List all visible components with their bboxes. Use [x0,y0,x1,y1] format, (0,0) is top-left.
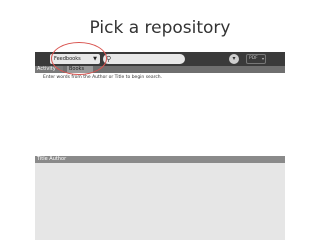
repository-select[interactable]: Feedbooks ▼ [50,54,100,64]
tab-activity[interactable]: Activity [35,66,63,73]
chevron-down-icon: ▾ [232,55,236,62]
search-hint: Enter words from the Author or Title to … [43,75,163,80]
tab-books[interactable]: Books [67,66,93,73]
app-window: Feedbooks ▼ ⚲ ▾ PDF ▾ Activity Books Ent… [35,52,285,240]
tab-bar: Activity Books [35,66,285,73]
chevron-down-icon: ▾ [261,56,264,61]
search-go-button[interactable]: ▾ [229,54,239,64]
format-select[interactable]: PDF ▾ [246,54,266,64]
format-select-value: PDF [249,56,258,61]
slide-title: Pick a repository [89,18,231,38]
search-icon: ⚲ [106,55,112,63]
results-table-body [35,163,285,240]
repository-select-value: Feedbooks [54,56,81,62]
chevron-down-icon: ▼ [93,56,97,62]
results-table-header: Title Author [35,156,285,163]
search-input[interactable] [114,55,180,63]
toolbar: Feedbooks ▼ ⚲ ▾ PDF ▾ [35,52,285,66]
search-box: ⚲ [103,54,185,64]
